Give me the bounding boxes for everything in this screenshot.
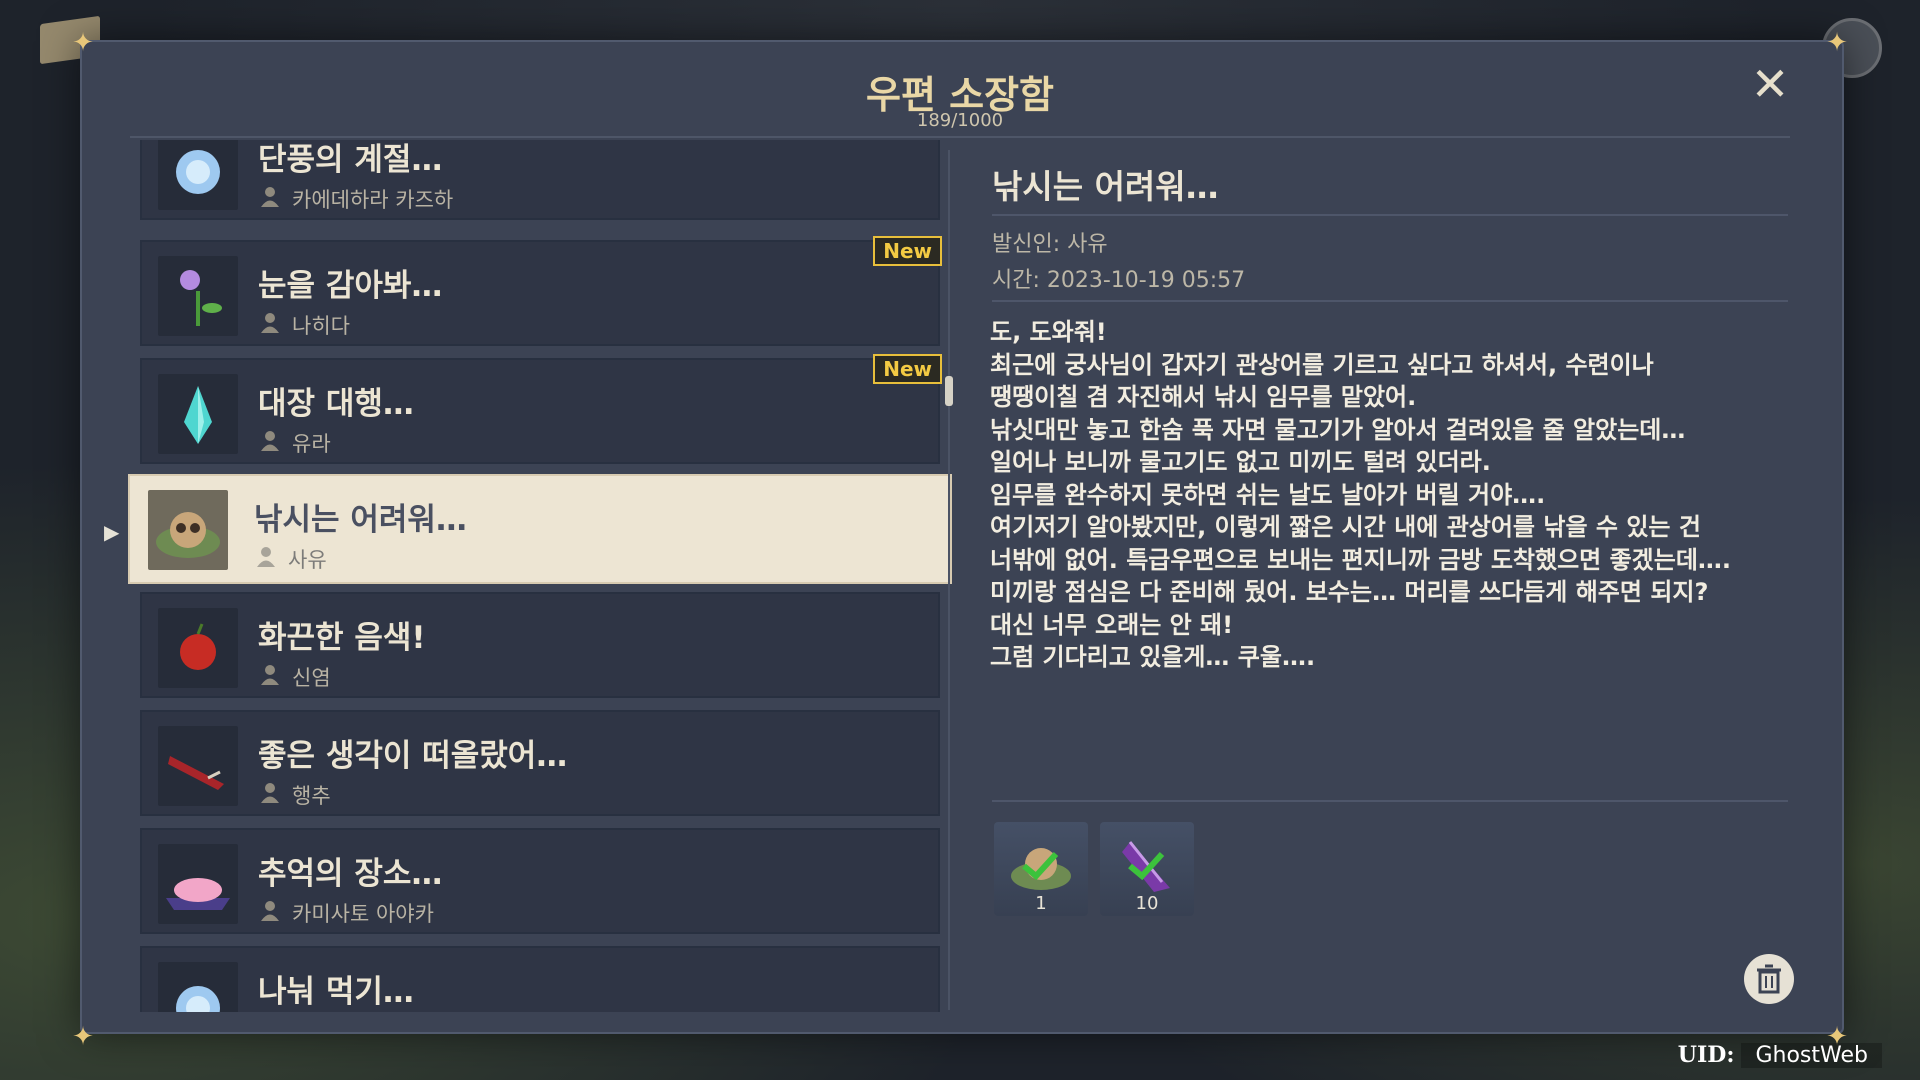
mail-item[interactable]: 좋은 생각이 떠올랐어… 행추 — [140, 710, 940, 816]
mail-body-line: 임무를 완수하지 못하면 쉬는 날도 날아가 버릴 거야…. — [990, 480, 1546, 509]
mail-body-line: 낚싯대만 놓고 한숨 푹 자면 물고기가 알아서 걸려있을 줄 알았는데… — [990, 415, 1686, 444]
divider — [992, 214, 1788, 216]
blue-flower-icon — [158, 962, 238, 1012]
blue-flower-icon — [158, 140, 238, 210]
delete-button[interactable] — [1744, 954, 1794, 1004]
mail-title: 나눠 먹기… — [258, 974, 414, 1010]
mail-title: 낚시는 어려워… — [254, 502, 467, 538]
mail-title: 단풍의 계절… — [258, 142, 443, 178]
mail-sender: 나히다 — [292, 314, 350, 338]
attachment-item[interactable]: 1 — [994, 822, 1088, 916]
mail-item[interactable]: 눈을 감아봐… 나히다 New — [140, 236, 942, 346]
new-badge: New — [873, 354, 942, 384]
mail-body-line: 최근에 궁사님이 갑자기 관상어를 기르고 싶다고 하셔서, 수련이나 — [990, 350, 1654, 379]
red-fruit-icon — [158, 608, 238, 688]
purple-flower-icon — [158, 256, 238, 336]
divider — [992, 800, 1788, 802]
mail-title: 좋은 생각이 떠올랐어… — [258, 738, 568, 774]
mail-body-line: 그럼 기다리고 있을게… 쿠울…. — [990, 643, 1316, 671]
mail-detail-time: 시간: 2023-10-19 05:57 — [992, 268, 1246, 293]
person-icon — [261, 783, 279, 803]
mail-title: 대장 대행… — [258, 386, 414, 422]
corner-star-icon: ✦ — [1826, 28, 1848, 58]
scrollbar-track[interactable] — [948, 150, 950, 1010]
mail-body-line: 땡땡이칠 겸 자진해서 낚시 임무를 맡았어. — [990, 383, 1417, 411]
mail-body-line: 대신 너무 오래는 안 돼! — [990, 610, 1234, 639]
mail-title: 화끈한 음색! — [258, 620, 426, 656]
mail-body-line: 일어나 보니까 물고기도 없고 미끼도 털려 있더라. — [990, 448, 1491, 476]
mail-sender: 행추 — [292, 784, 331, 808]
mail-list[interactable]: 단풍의 계절… 카에데하라 카즈하 눈을 감아봐… 나히다 New 대장 대행…… — [128, 140, 952, 1012]
trash-icon — [1757, 964, 1781, 994]
mail-item[interactable]: 대장 대행… 유라 New — [140, 354, 942, 464]
close-icon[interactable]: ✕ — [1748, 61, 1792, 107]
person-icon — [257, 547, 275, 567]
mail-sender: 유라 — [292, 432, 331, 456]
check-icon — [1022, 851, 1059, 880]
mail-item[interactable]: 나눠 먹기… — [140, 946, 940, 1012]
corner-star-icon: ✦ — [72, 1022, 94, 1052]
mail-body: 도, 도와줘! 최근에 궁사님이 갑자기 관상어를 기르고 싶다고 하셔서, 수… — [990, 316, 1790, 674]
mail-item-selected[interactable]: 낚시는 어려워… 사유 — [128, 474, 952, 584]
mail-sender: 카에데하라 카즈하 — [292, 188, 454, 212]
pink-dessert-icon — [158, 844, 238, 924]
mail-count: 189/1000 — [916, 110, 1004, 131]
tanuki-dish-icon — [148, 490, 228, 570]
attachment-qty: 1 — [1035, 893, 1047, 914]
person-icon — [261, 901, 279, 921]
header-divider — [130, 136, 1790, 138]
mail-detail-title: 낚시는 어려워… — [992, 167, 1219, 206]
person-icon — [261, 431, 279, 451]
mail-body-line: 너밖에 없어. 특급우편으로 보내는 편지니까 금방 도착했으면 좋겠는데…. — [990, 545, 1732, 574]
mail-sender: 카미사토 아야카 — [292, 902, 434, 926]
mail-body-line: 도, 도와줘! — [990, 318, 1107, 346]
check-icon — [1128, 851, 1165, 880]
uid-display: UID: GhostWeb — [1678, 1042, 1882, 1068]
sword-icon — [158, 726, 238, 806]
mail-body-line: 미끼랑 점심은 다 준비해 뒀어. 보수는… 머리를 쓰다듬게 해주면 되지? — [990, 578, 1709, 606]
mail-item[interactable]: 단풍의 계절… 카에데하라 카즈하 — [140, 140, 940, 220]
mail-title: 눈을 감아봐… — [258, 268, 443, 304]
mail-sender: 사유 — [288, 548, 327, 572]
ice-crystal-icon — [158, 374, 238, 454]
new-badge: New — [873, 236, 942, 266]
mail-body-line: 여기저기 알아봤지만, 이렇게 짧은 시간 내에 관상어를 낚을 수 있는 건 — [990, 513, 1701, 541]
divider — [992, 300, 1788, 302]
scrollbar-thumb[interactable] — [945, 376, 953, 406]
mail-item[interactable]: 추억의 장소… 카미사토 아야카 — [140, 828, 940, 934]
person-icon — [261, 313, 279, 333]
mail-item[interactable]: 화끈한 음색! 신염 — [140, 592, 940, 698]
uid-value: GhostWeb — [1741, 1043, 1882, 1068]
person-icon — [261, 187, 279, 207]
mail-sender: 신염 — [292, 666, 331, 690]
attachment-item[interactable]: 10 — [1100, 822, 1194, 916]
attachment-qty: 10 — [1135, 893, 1159, 914]
mail-detail-sender: 발신인: 사유 — [992, 232, 1108, 257]
uid-label: UID: — [1677, 1042, 1735, 1068]
selection-arrow-icon: ▶ — [104, 520, 120, 544]
person-icon — [261, 665, 279, 685]
corner-star-icon: ✦ — [72, 28, 94, 58]
mail-title: 추억의 장소… — [258, 856, 443, 892]
